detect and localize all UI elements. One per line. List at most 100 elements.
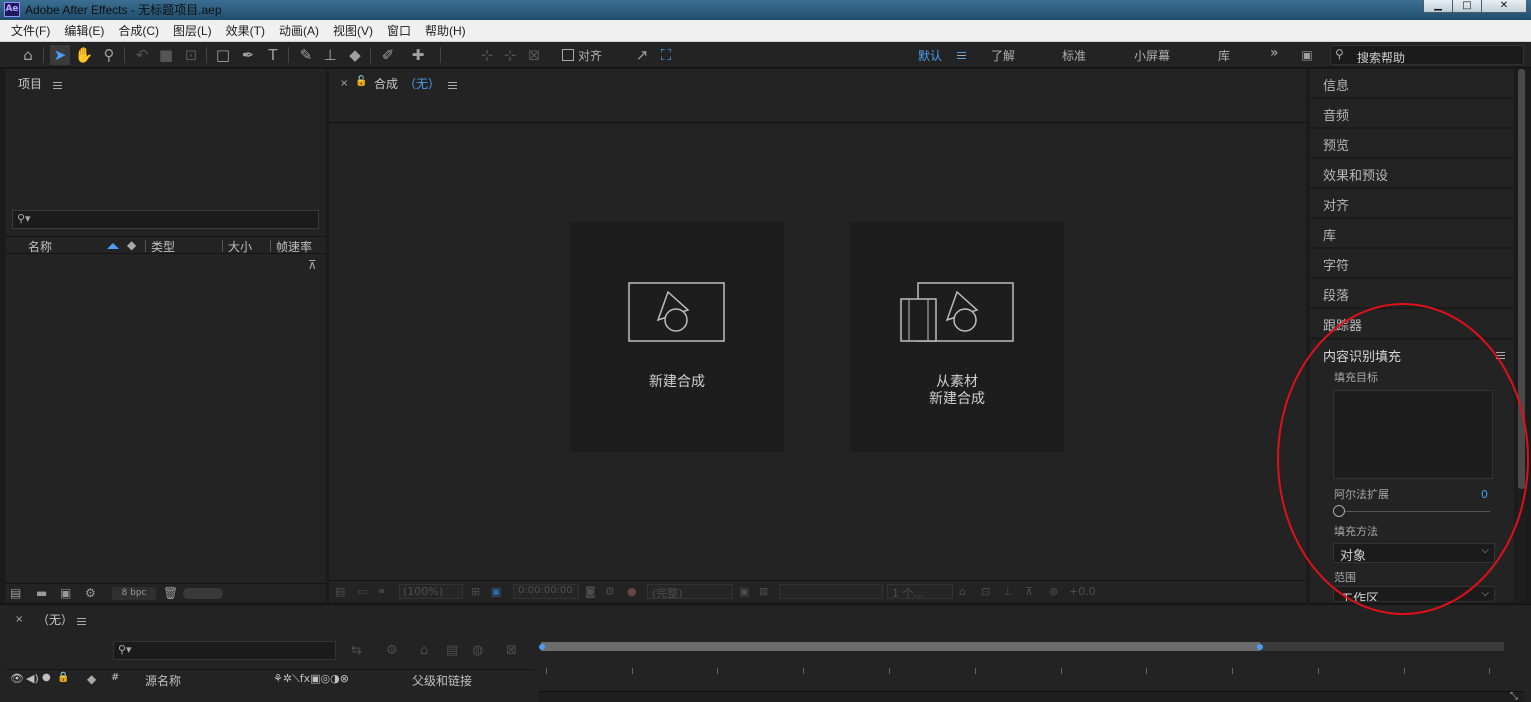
maximize-button[interactable]: □: [1452, 0, 1482, 13]
timeline-search-input[interactable]: ⚲▾: [113, 641, 336, 660]
rotation-tool-icon[interactable]: ↶: [132, 45, 152, 65]
timeline-panel-menu-icon[interactable]: [77, 618, 86, 625]
alpha-expansion-value[interactable]: 0: [1481, 488, 1488, 501]
more-workspaces-icon[interactable]: »: [1270, 45, 1279, 61]
menu-window[interactable]: 窗口: [380, 22, 418, 39]
menu-edit[interactable]: 编辑(E): [57, 22, 111, 39]
fill-method-dropdown[interactable]: 对象 ⌵: [1333, 543, 1495, 564]
menu-file[interactable]: 文件(F): [4, 22, 57, 39]
column-type[interactable]: 类型: [151, 238, 175, 255]
workspace-default[interactable]: 默认: [918, 47, 942, 64]
sync-settings-icon[interactable]: ▣: [1297, 45, 1317, 65]
close-button[interactable]: ✕: [1481, 0, 1527, 13]
work-area-start-handle[interactable]: [539, 644, 545, 650]
puppet-tool-icon[interactable]: ✚: [408, 45, 428, 65]
new-composition-from-footage-card[interactable]: 从素材 新建合成: [850, 222, 1064, 452]
workspace-small-screen[interactable]: 小屏幕: [1134, 47, 1170, 64]
snapshot-camera-icon[interactable]: ◙: [585, 585, 596, 598]
panel-tracker[interactable]: 跟踪器: [1310, 309, 1514, 337]
composition-panel-menu-icon[interactable]: [448, 82, 457, 89]
region-of-interest-icon[interactable]: ▣: [739, 585, 749, 598]
menu-help[interactable]: 帮助(H): [418, 22, 473, 39]
transparency-grid-icon[interactable]: ▣: [491, 585, 501, 598]
column-size[interactable]: 大小: [228, 238, 252, 255]
help-search-field[interactable]: ⚲ 搜索帮助: [1330, 45, 1524, 65]
composition-tab-label[interactable]: 合成: [374, 75, 398, 92]
composition-mini-flowchart-icon[interactable]: ⇆: [351, 643, 362, 658]
lock-icon[interactable]: 🔓: [355, 76, 367, 87]
column-frame-rate[interactable]: 帧速率: [276, 238, 312, 255]
zoom-tool-icon[interactable]: ⚲: [99, 45, 119, 65]
toggle-pixel-aspect-icon[interactable]: ⌂: [959, 585, 966, 598]
safe-areas-icon[interactable]: ⊞: [471, 585, 480, 598]
local-axis-icon[interactable]: ⊹: [477, 45, 497, 65]
new-composition-icon[interactable]: ▣: [60, 586, 71, 600]
menu-effect[interactable]: 效果(T): [219, 22, 272, 39]
rectangle-tool-icon[interactable]: □: [213, 45, 233, 65]
home-icon[interactable]: ⌂: [18, 45, 38, 65]
delete-trash-icon[interactable]: 🗑: [163, 586, 178, 600]
resize-grip-icon[interactable]: ⤡: [1510, 691, 1518, 702]
eraser-tool-icon[interactable]: ◆: [345, 45, 365, 65]
close-tab-icon[interactable]: ×: [15, 614, 23, 625]
exposure-value[interactable]: +0.0: [1069, 585, 1096, 598]
adjust-project-settings-icon[interactable]: ⚙: [85, 586, 96, 600]
toggle-transparency-icon[interactable]: ⊠: [759, 585, 768, 598]
primary-viewer-icon[interactable]: ▭: [357, 585, 367, 598]
project-panel-title[interactable]: 项目: [18, 75, 42, 92]
view-layout-dropdown[interactable]: 1 个...: [887, 584, 953, 600]
solo-icon[interactable]: ●: [42, 672, 51, 683]
parent-link-column[interactable]: 父级和链接: [412, 672, 472, 689]
label-tag-icon[interactable]: ◆: [87, 672, 96, 686]
fast-previews-icon[interactable]: ⊡: [981, 585, 990, 598]
graph-editor-icon[interactable]: ⊠: [506, 643, 517, 658]
flowchart-icon[interactable]: ⊼: [308, 258, 317, 272]
source-name-column[interactable]: 源名称: [145, 672, 181, 689]
world-axis-icon[interactable]: ⊹: [500, 45, 520, 65]
menu-layer[interactable]: 图层(L): [166, 22, 219, 39]
sort-ascending-icon[interactable]: [107, 243, 119, 249]
content-aware-fill-title[interactable]: 内容识别填充: [1323, 346, 1401, 365]
work-area-range[interactable]: [541, 642, 1260, 651]
reset-exposure-icon[interactable]: ⊛: [1049, 585, 1058, 598]
snap-options-icon[interactable]: ↗: [632, 45, 652, 65]
panel-character[interactable]: 字符: [1310, 249, 1514, 277]
zoom-dropdown[interactable]: (100%): [399, 584, 463, 599]
workspace-learn[interactable]: 了解: [991, 47, 1015, 64]
timeline-layer-area[interactable]: [539, 691, 1524, 702]
panel-libraries[interactable]: 库: [1310, 219, 1514, 247]
snap-target-icon[interactable]: ⛶: [656, 45, 676, 65]
lock-icon[interactable]: 🔒: [57, 672, 69, 683]
project-panel-menu-icon[interactable]: [53, 82, 62, 89]
work-area-end-handle[interactable]: [1257, 644, 1263, 650]
frame-blending-icon[interactable]: ▤: [446, 643, 458, 658]
composition-viewer[interactable]: 新建合成 从素材 新建合成: [329, 124, 1306, 580]
timeline-icon[interactable]: ⊥: [1003, 585, 1013, 598]
current-time-field[interactable]: 0:00:00:00: [513, 584, 579, 599]
workspace-libraries[interactable]: 库: [1218, 47, 1230, 64]
selection-tool-icon[interactable]: ➤: [50, 45, 70, 65]
show-snapshot-icon[interactable]: ⚙: [605, 585, 615, 598]
shy-layers-icon[interactable]: ⌂: [420, 643, 428, 658]
new-composition-card[interactable]: 新建合成: [570, 222, 784, 452]
alpha-expansion-slider-knob[interactable]: [1333, 505, 1345, 517]
scrollbar-thumb[interactable]: [1518, 69, 1525, 489]
minimize-button[interactable]: ▁: [1423, 0, 1453, 13]
camera-tool-icon[interactable]: ■: [156, 45, 176, 65]
right-panel-scrollbar[interactable]: [1517, 69, 1526, 602]
panel-effects-presets[interactable]: 效果和预设: [1310, 159, 1514, 187]
audio-toggle-icon[interactable]: ◀): [26, 672, 39, 685]
time-ruler[interactable]: [539, 639, 1504, 691]
roto-brush-tool-icon[interactable]: ✐: [378, 45, 398, 65]
view-axis-icon[interactable]: ⊠: [524, 45, 544, 65]
draft-3d-icon[interactable]: ⚙: [386, 643, 398, 658]
color-channels-icon[interactable]: ●: [627, 585, 637, 598]
work-area-bar[interactable]: [539, 642, 1504, 651]
bit-depth-button[interactable]: 8 bpc: [112, 587, 156, 600]
panel-info[interactable]: 信息: [1310, 69, 1514, 97]
interpret-footage-icon[interactable]: ▤: [10, 586, 21, 600]
workspace-standard[interactable]: 标准: [1062, 47, 1086, 64]
panel-paragraph[interactable]: 段落: [1310, 279, 1514, 307]
menu-composition[interactable]: 合成(C): [111, 22, 166, 39]
workspace-menu-icon[interactable]: [957, 52, 966, 59]
